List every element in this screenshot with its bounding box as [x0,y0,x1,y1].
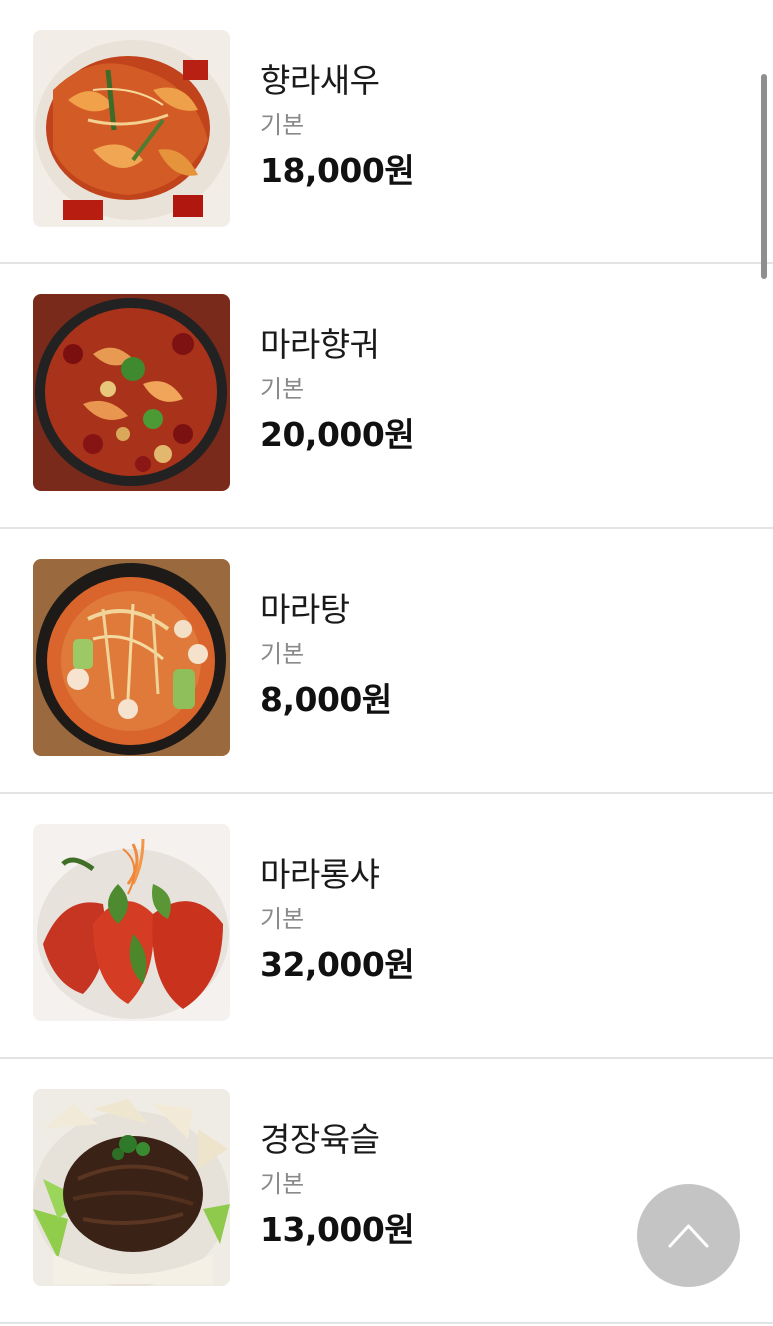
menu-item-name: 마라탕 [260,590,350,629]
menu-item-option: 기본 [260,905,305,933]
menu-item-price: 8,000원 [260,680,392,719]
menu-list: 향라새우 기본 18,000원 마라향궈 기본 20,000원 마라탕 기본 8… [0,0,773,1326]
menu-item-name: 마라롱샤 [260,855,380,894]
menu-item-info: 마라롱샤 기본 32,000원 [260,852,415,988]
malatang-soup-photo [33,559,230,756]
menu-item-name: 마라향궈 [260,325,380,364]
menu-item-option: 기본 [260,111,305,139]
menu-item-option: 기본 [260,375,305,403]
menu-item-name: 향라새우 [260,61,380,100]
menu-item-option: 기본 [260,640,305,668]
menu-item-price: 20,000원 [260,415,415,454]
jingjiang-rousi-photo [33,1089,230,1286]
crayfish-photo [33,824,230,1021]
chevron-up-icon [637,1184,740,1287]
mala-xiangguo-photo [33,294,230,491]
scroll-to-top-button[interactable] [637,1184,740,1287]
shrimp-dish-photo [33,30,230,227]
menu-item[interactable]: 마라롱샤 기본 32,000원 [0,794,773,1059]
menu-item-info: 경장육슬 기본 13,000원 [260,1117,415,1253]
menu-item[interactable]: 향라새우 기본 18,000원 [0,0,773,264]
menu-item-price: 13,000원 [260,1210,415,1249]
scrollbar[interactable] [761,74,767,279]
menu-item-info: 향라새우 기본 18,000원 [260,58,415,194]
menu-item-info: 마라향궈 기본 20,000원 [260,322,415,458]
menu-item-info: 마라탕 기본 8,000원 [260,587,392,723]
menu-item-name: 경장육슬 [260,1120,380,1159]
menu-item[interactable]: 마라향궈 기본 20,000원 [0,264,773,529]
menu-item-price: 32,000원 [260,945,415,984]
menu-item-price: 18,000원 [260,151,415,190]
menu-item-option: 기본 [260,1170,305,1198]
menu-item[interactable]: 마라탕 기본 8,000원 [0,529,773,794]
